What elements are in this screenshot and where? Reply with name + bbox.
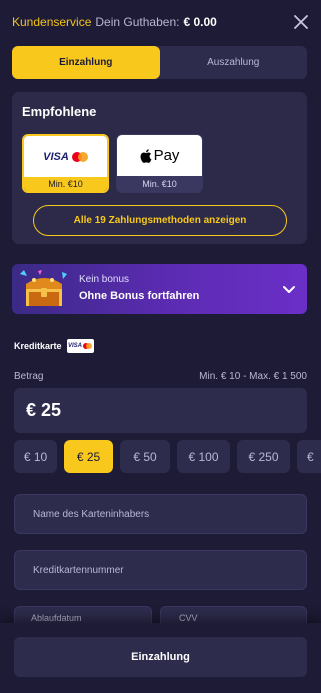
- payment-method-title: Kreditkarte VISA: [14, 339, 94, 353]
- apple-icon: [140, 148, 151, 163]
- bonus-continue-label: Ohne Bonus fortfahren: [79, 290, 200, 302]
- apple-pay-logo: Pay: [117, 135, 202, 176]
- amount-input[interactable]: € 25: [14, 388, 307, 433]
- amount-chip-100[interactable]: € 100: [177, 440, 230, 473]
- amount-chip-more[interactable]: €: [297, 440, 321, 473]
- deposit-withdraw-tabs: Einzahlung Auszahlung: [12, 46, 307, 79]
- apple-pay-text: Pay: [153, 147, 180, 164]
- visa-logo-text: VISA: [43, 150, 69, 163]
- amount-range: Min. € 10 - Max. € 1 500: [199, 371, 307, 382]
- tab-einzahlung[interactable]: Einzahlung: [12, 46, 160, 79]
- amount-chip-25[interactable]: € 25: [64, 440, 113, 473]
- chevron-down-icon: [283, 286, 295, 293]
- amount-chips: € 10 € 25 € 50 € 100 € 250 €: [14, 440, 321, 473]
- cardholder-name-field[interactable]: Name des Karteninhabers: [14, 494, 307, 534]
- recommended-title: Empfohlene: [22, 104, 97, 119]
- amount-chip-50[interactable]: € 50: [120, 440, 170, 473]
- visa-mastercard-logo: VISA: [24, 136, 107, 177]
- tab-auszahlung[interactable]: Auszahlung: [160, 46, 308, 79]
- submit-deposit-button[interactable]: Einzahlung: [14, 637, 307, 677]
- bonus-status-label: Kein bonus: [79, 274, 130, 285]
- balance-label: Dein Guthaben:: [95, 15, 180, 29]
- bonus-selector[interactable]: Kein bonus Ohne Bonus fortfahren: [12, 264, 307, 314]
- visa-mastercard-card[interactable]: VISA Min. €10: [22, 134, 109, 193]
- top-bar: Kundenservice Dein Guthaben: € 0.00: [0, 0, 321, 44]
- visa-min-amount: Min. €10: [24, 177, 107, 191]
- close-icon[interactable]: [291, 12, 311, 32]
- mastercard-icon: [71, 151, 88, 162]
- treasure-chest-icon: [20, 270, 67, 306]
- amount-chip-250[interactable]: € 250: [237, 440, 290, 473]
- show-all-methods-button[interactable]: Alle 19 Zahlungsmethoden anzeigen: [33, 205, 287, 236]
- card-number-field[interactable]: Kreditkartennummer: [14, 550, 307, 590]
- credit-card-label: Kreditkarte: [14, 341, 62, 351]
- apple-pay-card[interactable]: Pay Min. €10: [116, 134, 203, 193]
- visa-mastercard-mini-logo: VISA: [66, 339, 94, 353]
- mastercard-mini-icon: [83, 343, 93, 349]
- balance-value: € 0.00: [183, 15, 217, 29]
- amount-label: Betrag: [14, 371, 44, 382]
- amount-chip-10[interactable]: € 10: [14, 440, 57, 473]
- apple-pay-min-amount: Min. €10: [117, 176, 202, 192]
- customer-service-link[interactable]: Kundenservice: [12, 15, 91, 29]
- visa-mini-text: VISA: [68, 343, 83, 349]
- footer-bar: Einzahlung: [0, 623, 321, 693]
- recommended-methods-panel: Empfohlene VISA Min. €10 Pay Min. €10 Al…: [12, 92, 307, 244]
